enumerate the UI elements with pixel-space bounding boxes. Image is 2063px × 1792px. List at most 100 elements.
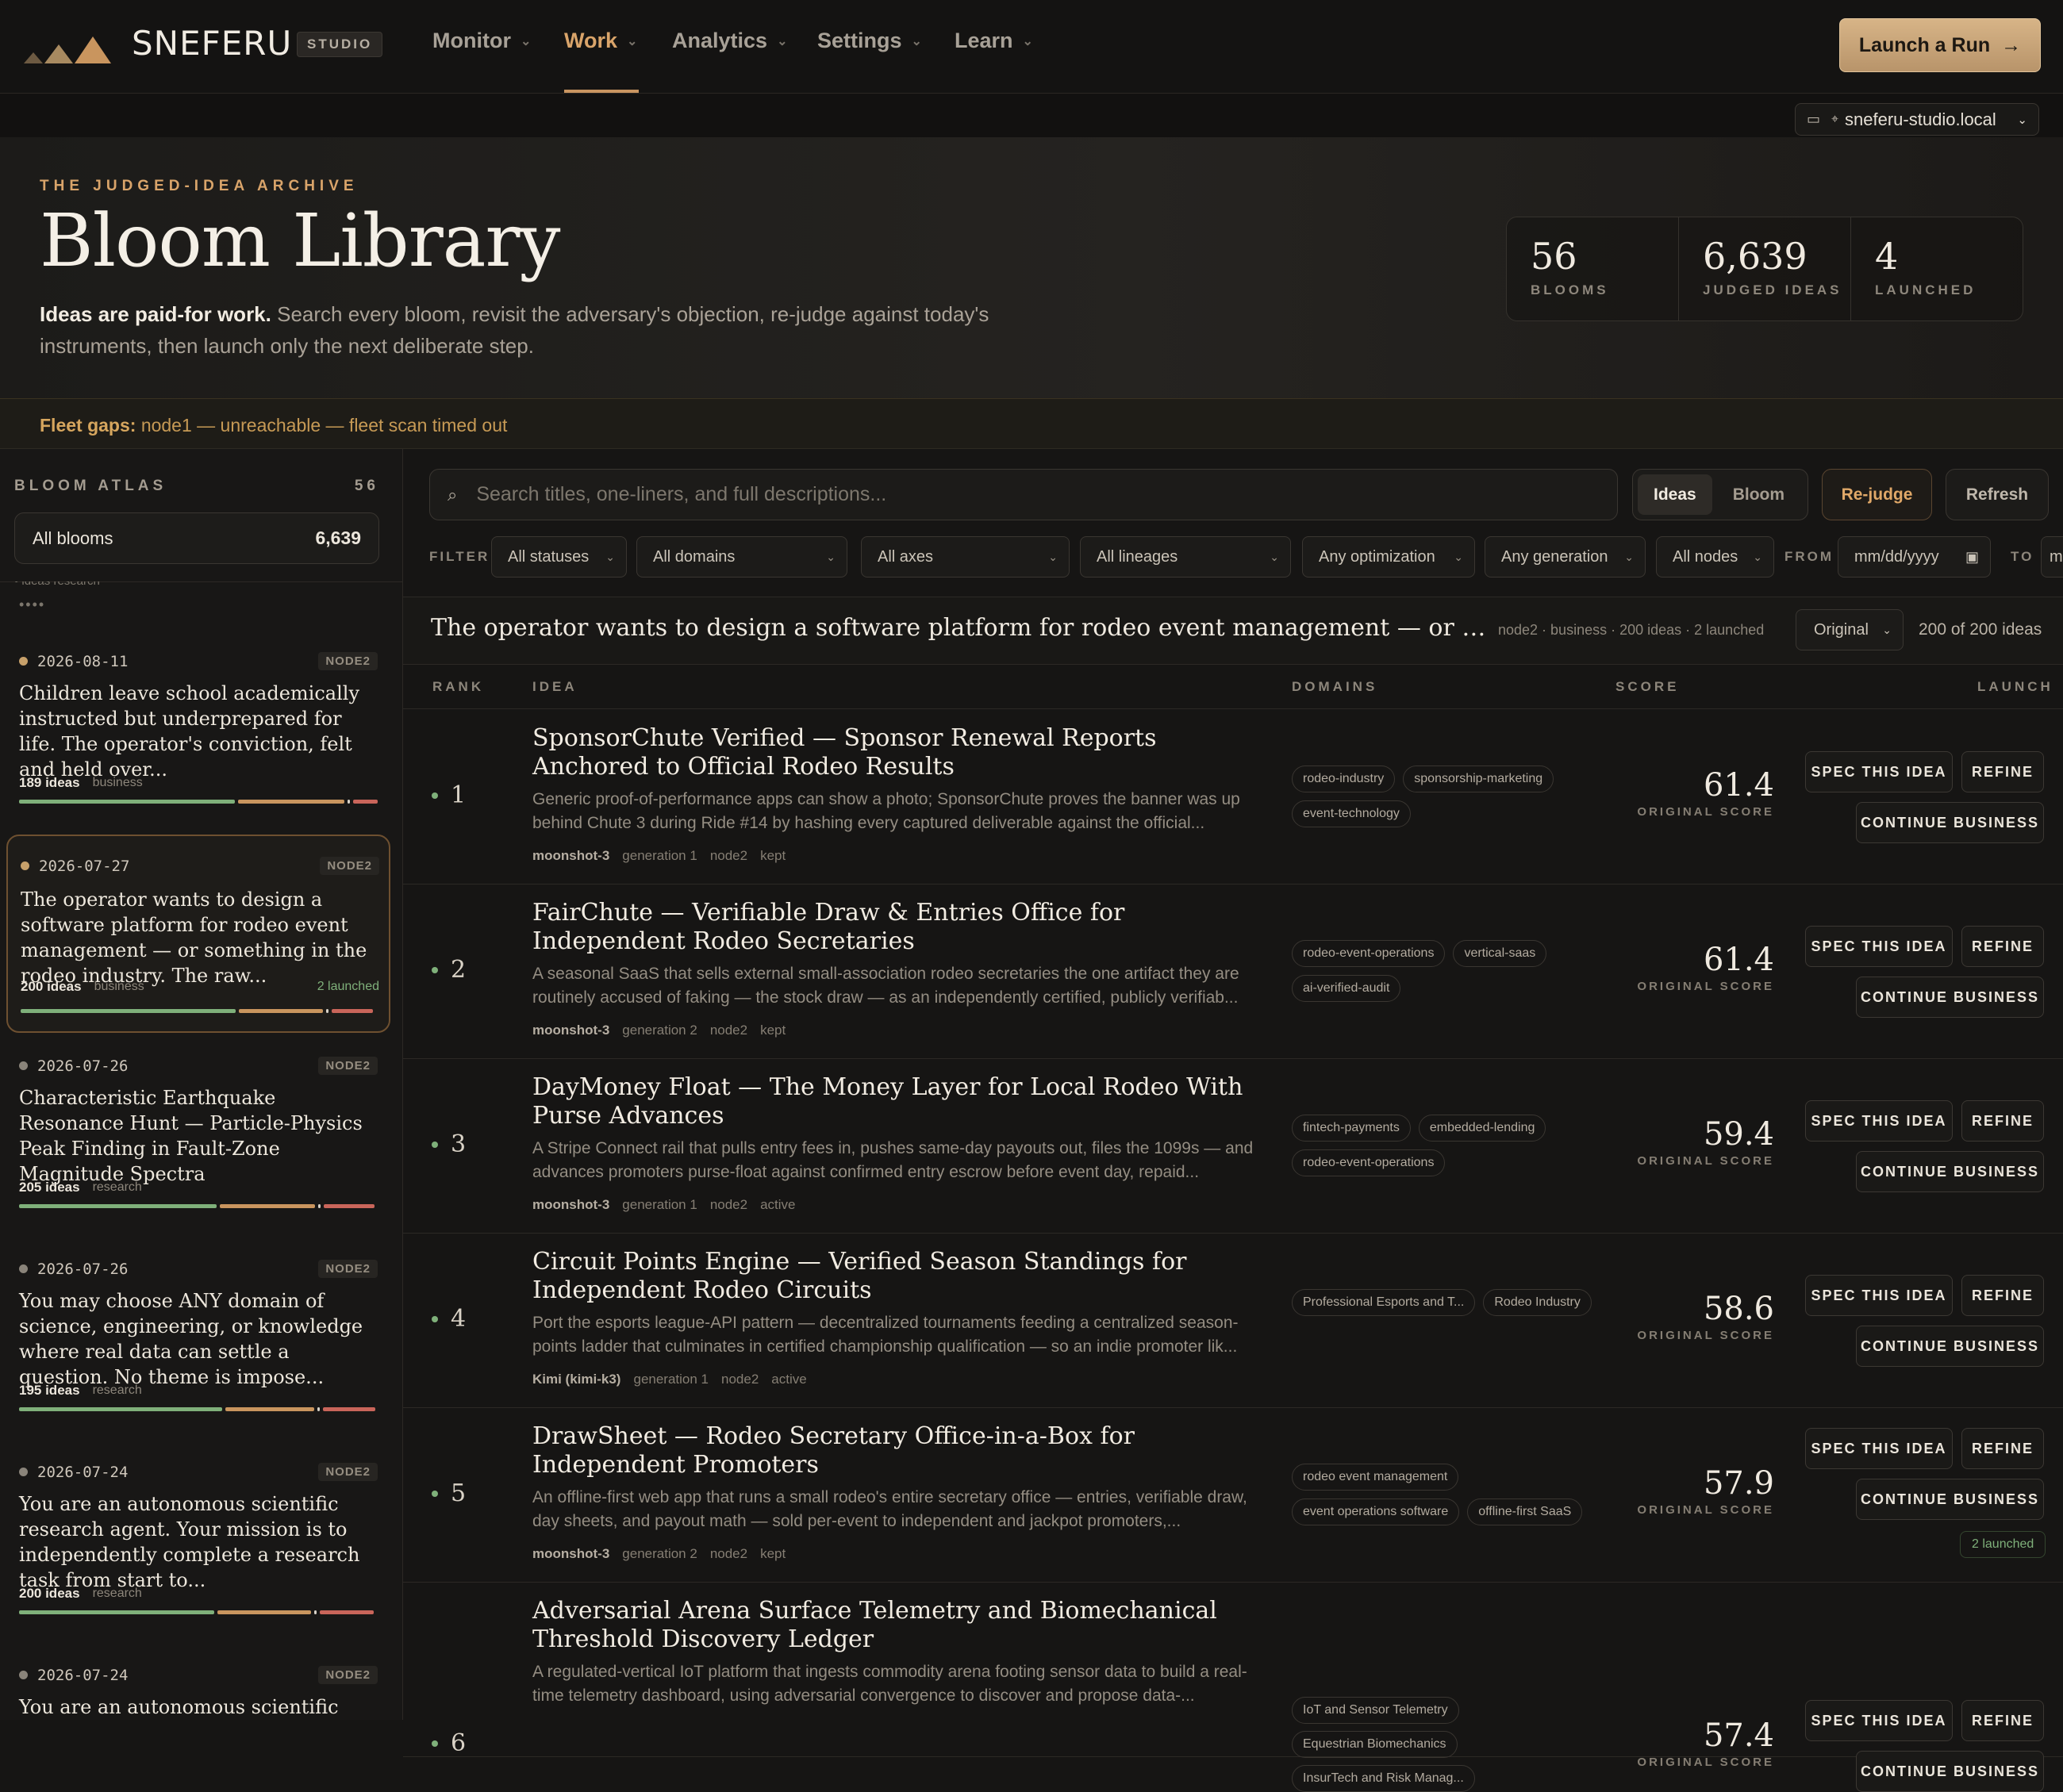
idea-title[interactable]: FairChute — Verifiable Draw & Entries Of…	[532, 899, 1278, 956]
score-mode-select[interactable]: Original ⌄	[1796, 609, 1904, 650]
chevron-down-icon: ⌄	[911, 34, 922, 48]
idea-title[interactable]: Adversarial Arena Surface Telemetry and …	[532, 1597, 1278, 1654]
bloom-date: 2026-07-24	[19, 1464, 128, 1481]
spec-idea-button[interactable]: SPEC THIS IDEA	[1805, 1275, 1953, 1316]
refine-button[interactable]: REFINE	[1961, 926, 2044, 967]
bloom-date: 2026-07-26	[19, 1261, 128, 1278]
domain-tag[interactable]: Rodeo Industry	[1483, 1289, 1592, 1316]
bloom-card[interactable]: 2026-08-11 NODE2 Children leave school ac…	[6, 652, 390, 850]
idea-model: moonshot-3	[532, 1197, 610, 1212]
domain-filter[interactable]: All domains ⌄	[636, 536, 847, 578]
domain-tag[interactable]: offline-first SaaS	[1467, 1498, 1583, 1525]
continue-business-button[interactable]: CONTINUE BUSINESS	[1856, 802, 2044, 843]
bloom-card[interactable]: 2026-07-24 NODE2 You are an autonomous sc…	[6, 1666, 390, 1720]
optimization-filter[interactable]: Any optimization ⌄	[1302, 536, 1475, 578]
spec-idea-button[interactable]: SPEC THIS IDEA	[1805, 926, 1953, 967]
axis-filter[interactable]: All axes ⌄	[861, 536, 1070, 578]
domain-tag[interactable]: event-technology	[1292, 800, 1411, 827]
refine-button[interactable]: REFINE	[1961, 1700, 2044, 1741]
continue-business-button[interactable]: CONTINUE BUSINESS	[1856, 1151, 2044, 1192]
domain-tag[interactable]: vertical-saas	[1453, 940, 1547, 967]
idea-title[interactable]: Circuit Points Engine — Verified Season …	[532, 1248, 1278, 1305]
bloom-date-text: 2026-07-26	[37, 1260, 129, 1278]
domain-tag[interactable]: Equestrian Biomechanics	[1292, 1731, 1458, 1758]
domain-tags: rodeo event management event operations s…	[1292, 1464, 1609, 1525]
pyramid-logo-icon[interactable]	[24, 29, 116, 65]
status-filter[interactable]: All statuses ⌄	[491, 536, 627, 578]
idea-description: A regulated-vertical IoT platform that i…	[532, 1663, 1247, 1705]
nav-work[interactable]: Work ⌄	[564, 29, 637, 53]
continue-business-button[interactable]: CONTINUE BUSINESS	[1856, 977, 2044, 1018]
domain-tag[interactable]: rodeo-industry	[1292, 766, 1396, 792]
score-cell: 57.4 ORIGINAL SCORE	[1615, 1717, 1774, 1769]
refine-button[interactable]: REFINE	[1961, 1100, 2044, 1142]
domain-tag[interactable]: Professional Esports and T...	[1292, 1289, 1476, 1316]
lineage-filter[interactable]: All lineages ⌄	[1080, 536, 1291, 578]
nav-settings[interactable]: Settings ⌄	[817, 29, 922, 53]
header-domains: DOMAINS	[1292, 679, 1378, 694]
more-dots-icon[interactable]: ••••	[19, 597, 45, 613]
idea-description: An offline-first web app that runs a sma…	[532, 1488, 1247, 1530]
all-blooms-count: 6,639	[315, 528, 361, 548]
host-value: sneferu-studio.local	[1845, 109, 1996, 129]
launch-run-button[interactable]: Launch a Run →	[1839, 18, 2041, 72]
view-bloom-button[interactable]: Bloom	[1717, 474, 1800, 515]
view-ideas-button[interactable]: Ideas	[1638, 474, 1712, 515]
score-value: 57.9	[1703, 1465, 1774, 1502]
continue-business-button[interactable]: CONTINUE BUSINESS	[1856, 1479, 2044, 1520]
spec-idea-button[interactable]: SPEC THIS IDEA	[1805, 1428, 1953, 1469]
idea-title[interactable]: SponsorChute Verified — Sponsor Renewal …	[532, 724, 1278, 781]
bloom-card[interactable]: 2026-07-26 NODE2 You may choose ANY domai…	[6, 1260, 390, 1458]
stat-judged-ideas: 6,639 JUDGED IDEAS	[1679, 217, 1851, 320]
domain-tag[interactable]: fintech-payments	[1292, 1115, 1411, 1142]
node-filter[interactable]: All nodes ⌄	[1656, 536, 1774, 578]
domain-tag[interactable]: InsurTech and Risk Manag...	[1292, 1765, 1475, 1792]
spec-idea-button[interactable]: SPEC THIS IDEA	[1805, 1700, 1953, 1741]
to-date-input[interactable]: mm/dd/yyyy	[2041, 536, 2063, 578]
node-filter-value: All nodes	[1673, 547, 1738, 566]
bloom-header-title: The operator wants to design a software …	[431, 614, 1486, 642]
domain-tag[interactable]: rodeo-event-operations	[1292, 940, 1446, 967]
page-title: Bloom Library	[40, 198, 560, 283]
brand-name[interactable]: SNEFERU	[132, 24, 292, 63]
status-dot-icon	[19, 657, 28, 666]
refresh-button[interactable]: Refresh	[1946, 469, 2049, 520]
stat-blooms: 56 BLOOMS	[1507, 217, 1679, 320]
all-blooms-button[interactable]: All blooms 6,639	[14, 512, 379, 564]
score-distribution-bar	[19, 1204, 378, 1208]
idea-model: moonshot-3	[532, 1546, 610, 1561]
domain-tag[interactable]: rodeo-event-operations	[1292, 1149, 1446, 1176]
from-date-input[interactable]: mm/dd/yyyy ▣	[1838, 536, 1991, 578]
rejudge-button[interactable]: Re-judge	[1822, 469, 1932, 520]
refine-button[interactable]: REFINE	[1961, 751, 2044, 792]
refine-button[interactable]: REFINE	[1961, 1428, 2044, 1469]
status-dot-icon	[19, 1671, 28, 1679]
domain-tag[interactable]: sponsorship-marketing	[1403, 766, 1554, 792]
nav-monitor[interactable]: Monitor ⌄	[432, 29, 531, 53]
bloom-card-selected[interactable]: 2026-07-27 NODE2 The operator wants to de…	[6, 835, 390, 1033]
continue-business-button[interactable]: CONTINUE BUSINESS	[1856, 1326, 2044, 1367]
domain-tag[interactable]: ai-verified-audit	[1292, 975, 1401, 1002]
idea-title[interactable]: DrawSheet — Rodeo Secretary Office-in-a-…	[532, 1422, 1278, 1479]
generation-filter[interactable]: Any generation ⌄	[1485, 536, 1646, 578]
bloom-card[interactable]: 2026-07-26 NODE2 Characteristic Earthquak…	[6, 1057, 390, 1255]
nav-learn[interactable]: Learn ⌄	[955, 29, 1033, 53]
continue-business-button[interactable]: CONTINUE BUSINESS	[1856, 1751, 2044, 1792]
spec-idea-button[interactable]: SPEC THIS IDEA	[1805, 1100, 1953, 1142]
domain-tag[interactable]: event operations software	[1292, 1498, 1460, 1525]
nav-analytics[interactable]: Analytics ⌄	[672, 29, 787, 53]
search-input[interactable]: ⌕ Search titles, one-liners, and full des…	[429, 469, 1618, 520]
bloom-card[interactable]: 2026-07-24 NODE2 You are an autonomous sc…	[6, 1463, 390, 1661]
chevron-down-icon: ⌄	[1022, 34, 1033, 48]
bloom-date-text: 2026-07-27	[39, 857, 130, 875]
chevron-down-icon: ⌄	[1882, 623, 1892, 636]
domain-tag[interactable]: rodeo event management	[1292, 1464, 1459, 1491]
domain-tag[interactable]: embedded-lending	[1418, 1115, 1546, 1142]
idea-generation: generation 2	[622, 1546, 697, 1561]
refine-button[interactable]: REFINE	[1961, 1275, 2044, 1316]
idea-node: node2	[709, 848, 748, 863]
spec-idea-button[interactable]: SPEC THIS IDEA	[1805, 751, 1953, 792]
host-selector[interactable]: ▭ ⌖ sneferu-studio.local ⌄	[1795, 103, 2039, 136]
bloom-date-text: 2026-07-24	[37, 1666, 129, 1684]
idea-title[interactable]: DayMoney Float — The Money Layer for Loc…	[532, 1073, 1278, 1130]
